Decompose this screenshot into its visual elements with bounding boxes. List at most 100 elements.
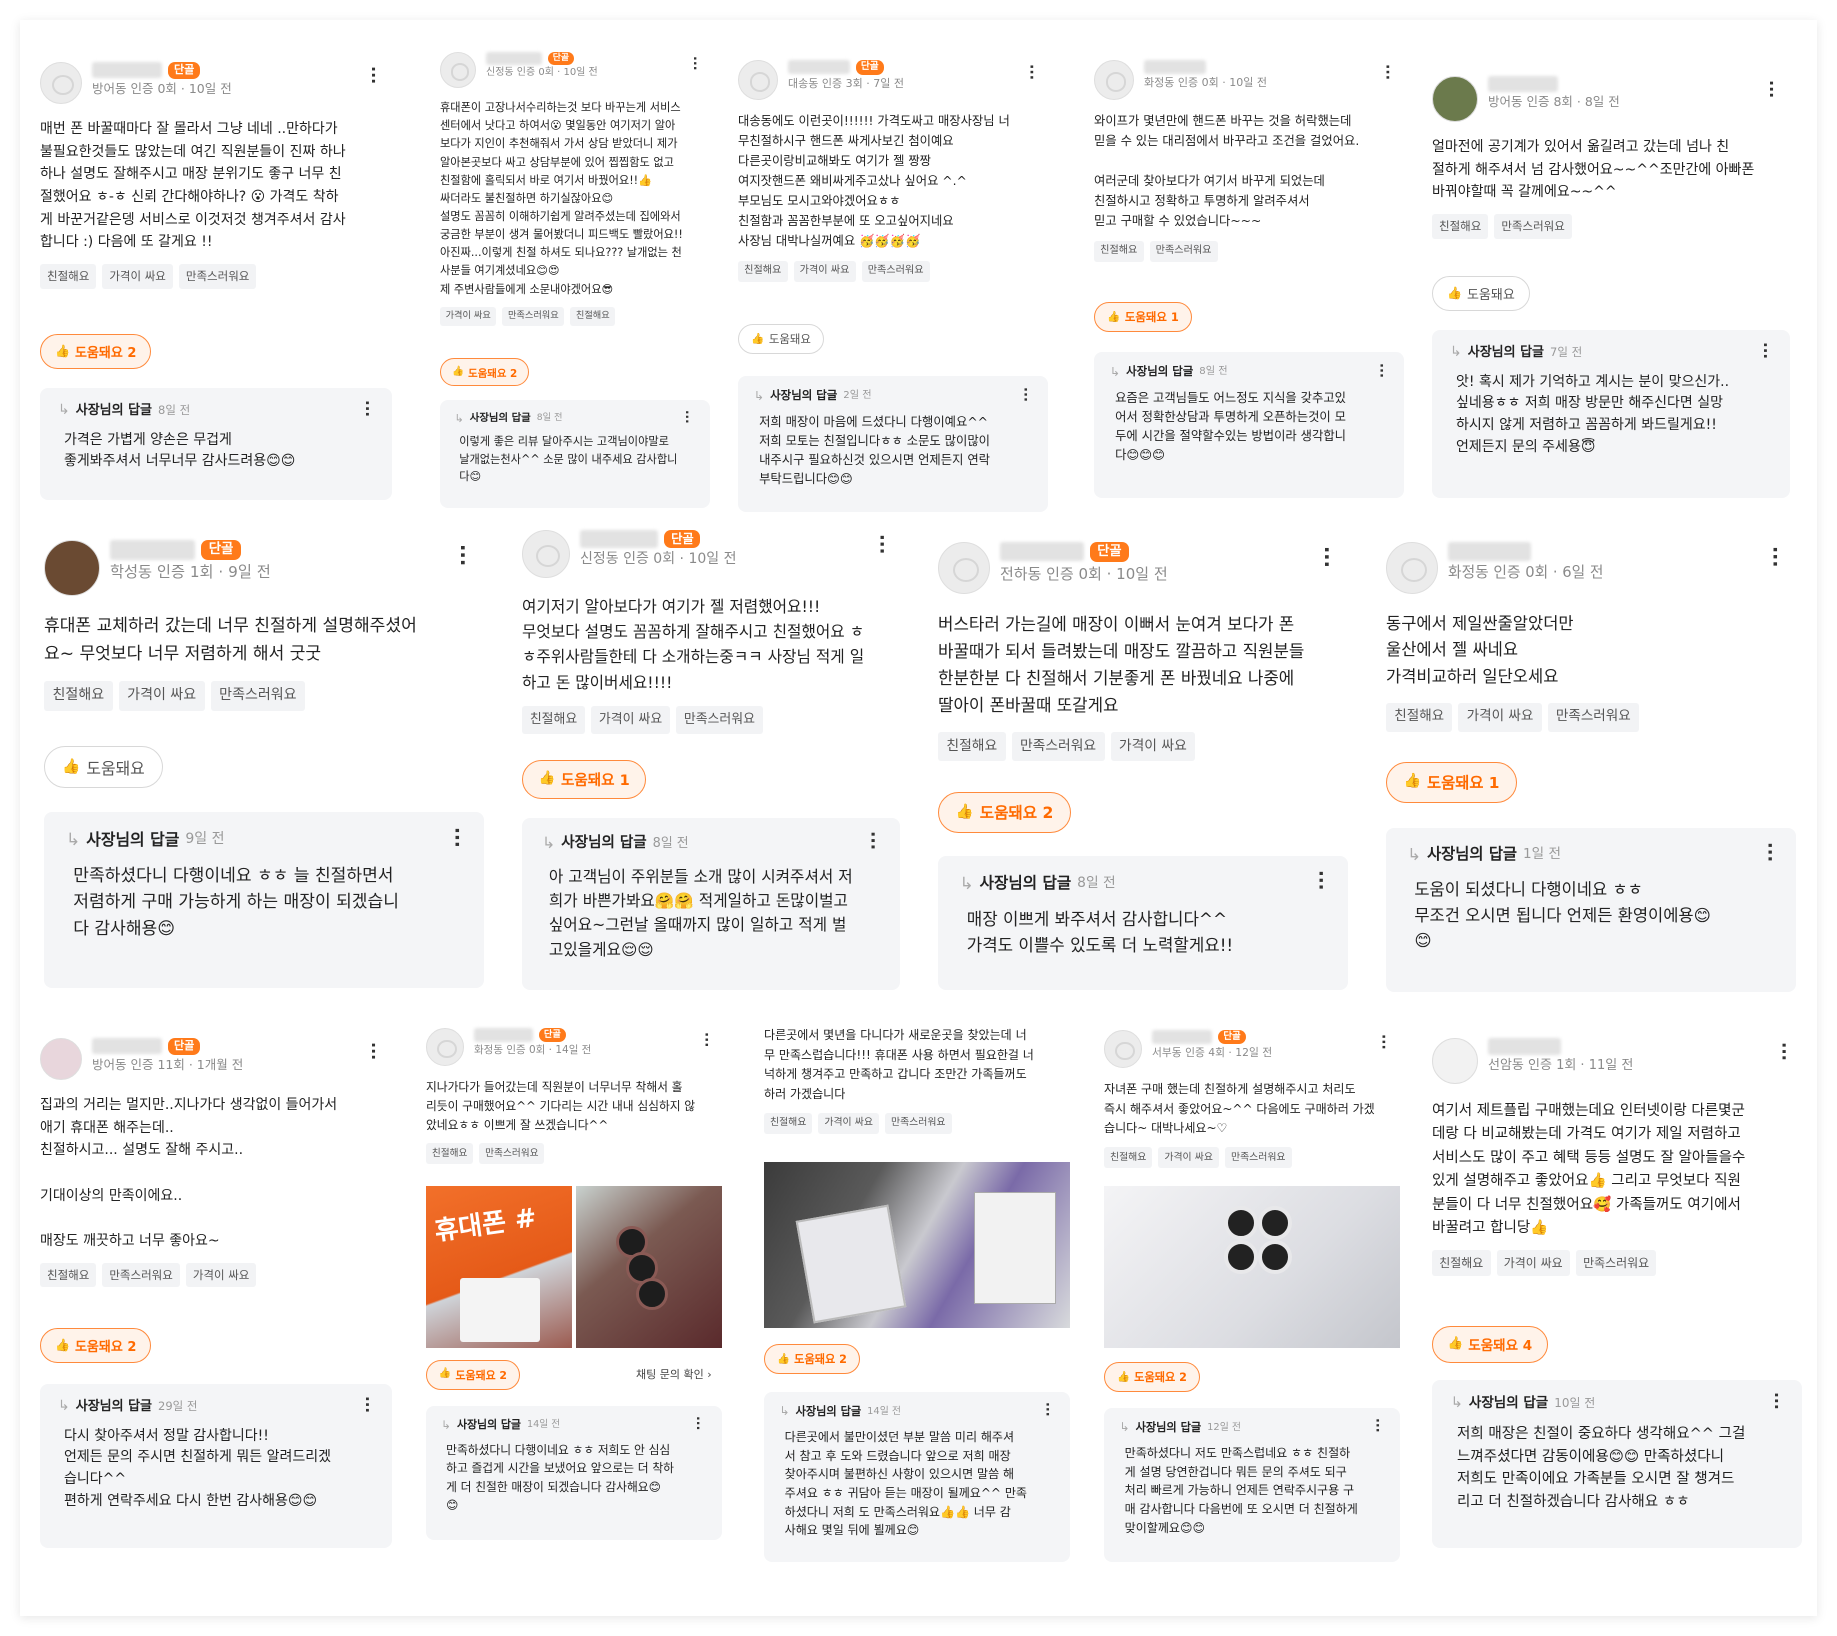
reply-more-icon[interactable]: ··· [1036, 1402, 1056, 1417]
more-options-icon[interactable]: ··· [1019, 64, 1042, 80]
owner-reply: ··· ↳ 사장님의 답글 7일 전 앗! 혹시 제가 기억하고 계시는 분이 맞으신가… [1432, 330, 1790, 498]
review-photo[interactable] [764, 1162, 1070, 1328]
reply-time: 29일 전 [158, 1398, 198, 1413]
thumbs-up-icon: 👍 [1117, 1370, 1130, 1383]
owner-reply: ··· ↳ 사장님의 답글 10일 전 저희 매장은 친절이 중요하다 생각해요^^ 그… [1432, 1380, 1802, 1548]
avatar[interactable] [738, 60, 778, 100]
reply-more-icon[interactable]: ··· [1366, 1418, 1386, 1433]
reply-more-icon[interactable]: ··· [355, 1396, 378, 1413]
avatar[interactable] [1432, 1038, 1478, 1084]
helpful-label: 도움돼요 1 [561, 771, 630, 789]
review-card: 선암동 인증 1회 · 11일 전 ··· 여기서 제트플립 구매했는데요 인터넷이… [1432, 1038, 1802, 1276]
helpful-button[interactable]: 👍 도움돼요 2 [764, 1344, 860, 1375]
avatar[interactable] [40, 1038, 82, 1080]
user-meta: 방어동 인증 11회 · 1개월 전 [92, 1056, 244, 1072]
helpful-label: 도움돼요 2 [468, 367, 518, 380]
reply-more-icon[interactable]: ··· [442, 827, 470, 848]
reply-more-icon[interactable]: ··· [1764, 1392, 1788, 1410]
helpful-label: 도움돼요 2 [455, 1368, 508, 1382]
keyword-tags: 친절해요 만족스러워요 [426, 1143, 722, 1164]
avatar[interactable] [1094, 60, 1134, 100]
helpful-button[interactable]: 👍 도움돼요 [44, 746, 163, 789]
photo-box-text: 휴대폰 # [432, 1202, 539, 1247]
helpful-button[interactable]: 👍 도움돼요 1 [522, 760, 647, 799]
user-meta: 대송동 인증 3회 · 7일 전 [788, 76, 904, 90]
user-meta: 화정동 인증 0회 · 14일 전 [474, 1043, 592, 1056]
owner-reply: ··· ↳ 사장님의 답글 14일 전 만족하셨다니 다행이네요 ㅎㅎ 저희도 안 심심… [426, 1406, 722, 1540]
thumbs-up-icon: 👍 [777, 1352, 790, 1365]
reply-more-icon[interactable]: ··· [1755, 842, 1782, 862]
helpful-button[interactable]: 👍 도움돼요 4 [1432, 1326, 1548, 1363]
review-text: 얼마전에 공기계가 있어서 옮길려고 갔는데 넘나 친 절하게 해주셔서 넘 감… [1432, 139, 1755, 201]
review-photo[interactable]: 휴대폰 # [426, 1186, 572, 1348]
avatar[interactable] [938, 542, 990, 594]
avatar[interactable] [522, 530, 570, 578]
user-meta: 학성동 인증 1회 · 9일 전 [110, 563, 271, 582]
reply-time: 12일 전 [1207, 1421, 1241, 1433]
helpful-button[interactable]: 👍 도움돼요 2 [40, 1328, 152, 1363]
keyword-tags: 친절해요 가격이 싸요 만족스러워요 [1432, 1250, 1802, 1276]
more-options-icon[interactable]: ··· [360, 1042, 386, 1060]
reply-arrow-icon: ↳ [441, 1418, 451, 1433]
reply-time: 14일 전 [867, 1405, 901, 1417]
more-options-icon[interactable]: ··· [1311, 546, 1342, 568]
avatar[interactable] [1104, 1030, 1142, 1068]
more-options-icon[interactable]: ··· [1375, 64, 1398, 80]
helpful-label: 도움돼요 [768, 332, 811, 347]
regular-badge: 단골 [855, 60, 884, 75]
helpful-button[interactable]: 👍 도움돼요 2 [938, 792, 1072, 833]
review-photo[interactable] [576, 1186, 722, 1348]
helpful-button[interactable]: 👍 도움돼요 [738, 324, 825, 355]
more-options-icon[interactable]: ··· [446, 544, 478, 566]
helpful-button[interactable]: 👍 도움돼요 1 [1094, 302, 1193, 333]
avatar[interactable] [44, 540, 100, 596]
thumbs-up-icon: 👍 [1447, 1335, 1464, 1351]
avatar[interactable] [440, 52, 476, 88]
owner-reply-label: 사장님의 답글 [456, 1417, 521, 1431]
more-options-icon[interactable]: ··· [1372, 1034, 1394, 1050]
reply-more-icon[interactable]: ··· [677, 410, 696, 424]
review-header: 화정동 인증 0회 · 10일 전 ··· [1094, 60, 1404, 100]
reply-more-icon[interactable]: ··· [1753, 342, 1776, 359]
keyword-tag: 만족스러워요 [1575, 1250, 1657, 1276]
more-options-icon[interactable]: ··· [1769, 1042, 1796, 1061]
more-options-icon[interactable]: ··· [1759, 546, 1790, 568]
avatar[interactable] [1432, 76, 1478, 122]
reply-more-icon[interactable]: ··· [1370, 363, 1390, 378]
camera-lens [1258, 1240, 1292, 1274]
keyword-tags: 친절해요 만족스러워요 [1432, 214, 1790, 239]
helpful-button[interactable]: 👍 도움돼요 1 [1386, 762, 1517, 803]
review-text: 집과의 거리는 멀지만..지나가다 생각없이 들어가서 애기 휴대폰 해주는데.… [40, 1097, 338, 1250]
review-header: 단골 신정동 인증 0회 · 10일 전 ··· [440, 52, 710, 88]
reply-more-icon[interactable]: ··· [860, 831, 886, 850]
avatar[interactable] [40, 62, 82, 104]
avatar[interactable] [426, 1028, 464, 1066]
keyword-tag: 친절해요 [738, 260, 788, 283]
more-options-icon[interactable]: ··· [867, 534, 896, 554]
more-options-icon[interactable]: ··· [1758, 80, 1784, 98]
regular-badge: 단골 [1090, 542, 1129, 562]
reply-more-icon[interactable]: ··· [1306, 870, 1334, 891]
helpful-button[interactable]: 👍 도움돼요 2 [1104, 1362, 1200, 1393]
helpful-button[interactable]: 👍 도움돼요 2 [440, 358, 530, 387]
chat-inquiry-link[interactable]: 채팅 문의 확인 › [636, 1366, 712, 1382]
review-photo[interactable] [1104, 1186, 1400, 1348]
owner-reply-label: 사장님의 답글 [469, 412, 531, 425]
helpful-button[interactable]: 👍 도움돼요 2 [40, 334, 152, 369]
helpful-button[interactable]: 👍 도움돼요 2 [426, 1360, 520, 1390]
reply-arrow-icon: ↳ [1119, 1420, 1130, 1435]
owner-reply-text: 앗! 혹시 제가 기억하고 계시는 분이 맞으신가.. 싶네용ㅎㅎ 저희 매장 … [1456, 373, 1730, 455]
reply-more-icon[interactable]: ··· [1014, 387, 1034, 402]
review-card: 단골 서부동 인증 4회 · 12일 전 ··· 자녀폰 구매 했는데 친절하게 설명… [1104, 1030, 1400, 1169]
more-options-icon[interactable]: ··· [360, 66, 386, 84]
review-card: 방어동 인증 8회 · 8일 전 ··· 얼마전에 공기계가 있어서 옮길려고 갔는… [1432, 76, 1790, 239]
helpful-button[interactable]: 👍 도움돼요 [1432, 276, 1530, 311]
owner-reply-label: 사장님의 답글 [1427, 845, 1518, 864]
reply-more-icon[interactable]: ··· [355, 400, 378, 417]
more-options-icon[interactable]: ··· [694, 1032, 716, 1047]
reply-more-icon[interactable]: ··· [688, 1416, 708, 1430]
avatar[interactable] [1386, 542, 1438, 594]
owner-reply-text: 아 고객님이 주위분들 소개 많이 시켜주셔서 저 희가 바쁜가봐요🤗🤗 적게일… [548, 866, 853, 959]
more-options-icon[interactable]: ··· [683, 56, 704, 71]
owner-reply-label: 사장님의 답글 [75, 1398, 153, 1414]
